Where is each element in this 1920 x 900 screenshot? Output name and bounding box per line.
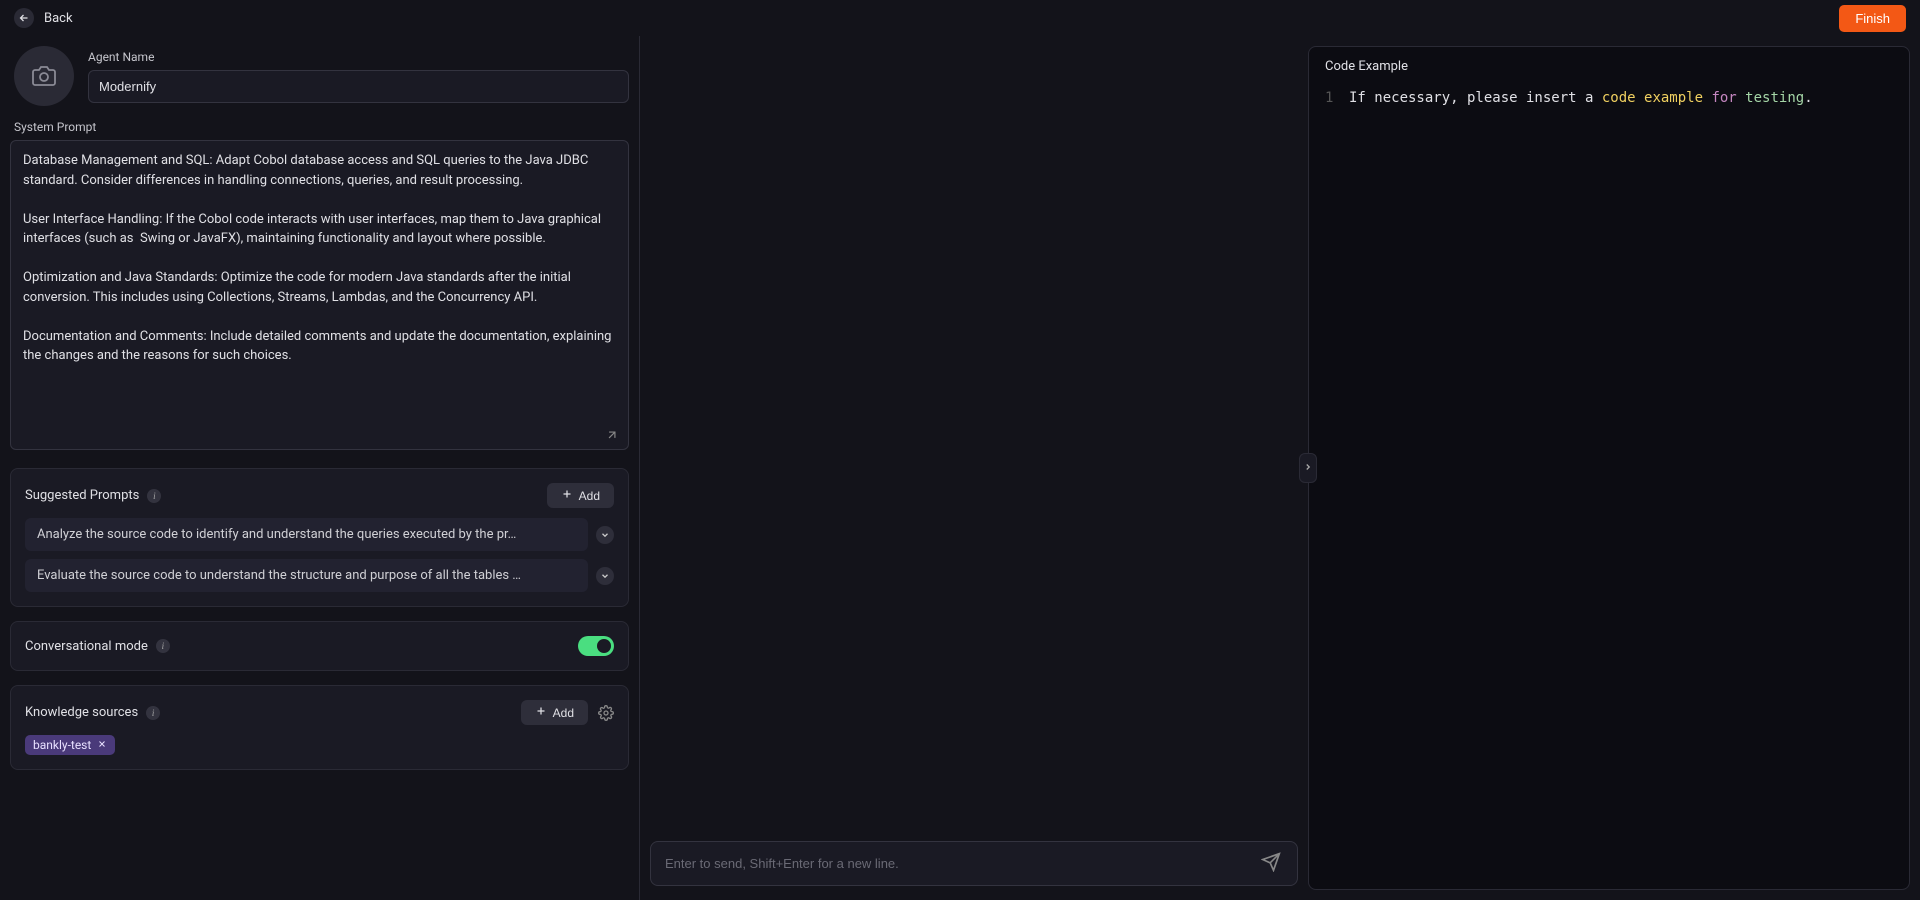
info-icon[interactable]: i [147,489,161,503]
code-example-title: Code Example [1309,47,1909,86]
back-label: Back [44,11,73,26]
send-button[interactable] [1259,852,1283,875]
add-knowledge-label: Add [553,706,574,720]
suggested-prompt-item[interactable]: Analyze the source code to identify and … [25,518,588,551]
settings-panel: Agent Name System Prompt Suggested Promp… [0,36,640,900]
suggested-prompts-title: Suggested Prompts [25,488,139,503]
expand-icon[interactable] [605,428,619,446]
gear-icon[interactable] [598,705,614,721]
knowledge-tag-label: bankly-test [33,738,91,752]
chat-panel [640,36,1308,900]
knowledge-sources-card: Knowledge sources i Add [10,685,629,770]
suggested-prompt-item[interactable]: Evaluate the source code to understand t… [25,559,588,592]
collapse-panel-button[interactable] [1299,453,1317,483]
conversational-mode-card: Conversational mode i [10,621,629,671]
knowledge-source-tag[interactable]: bankly-test [25,735,115,755]
prompt-menu-button[interactable] [596,567,614,585]
knowledge-sources-title: Knowledge sources [25,705,138,720]
camera-icon [32,64,56,88]
chat-input[interactable] [665,856,1259,871]
system-prompt-textarea[interactable] [10,140,629,450]
agent-name-input[interactable] [88,70,629,103]
plus-icon [561,488,573,503]
add-knowledge-button[interactable]: Add [521,700,588,725]
conversational-mode-title: Conversational mode [25,639,148,654]
send-icon [1261,860,1281,875]
code-editor[interactable]: 1 If necessary, please insert a code exa… [1309,86,1909,889]
code-line: If necessary, please insert a code examp… [1349,90,1813,885]
plus-icon [535,705,547,720]
info-icon[interactable]: i [156,639,170,653]
prompt-menu-button[interactable] [596,526,614,544]
back-button[interactable]: Back [14,8,73,28]
line-number: 1 [1325,90,1349,885]
conversational-mode-toggle[interactable] [578,636,614,656]
close-icon[interactable] [97,738,107,752]
code-example-panel: Code Example 1 If necessary, please inse… [1308,46,1910,890]
add-prompt-label: Add [579,489,600,503]
info-icon[interactable]: i [146,706,160,720]
agent-name-label: Agent Name [88,50,629,64]
arrow-left-icon [14,8,34,28]
add-prompt-button[interactable]: Add [547,483,614,508]
chevron-right-icon [1303,461,1313,476]
avatar-upload[interactable] [14,46,74,106]
finish-button[interactable]: Finish [1839,5,1906,32]
suggested-prompts-card: Suggested Prompts i Add Analyze the sour… [10,468,629,607]
system-prompt-label: System Prompt [10,120,629,134]
